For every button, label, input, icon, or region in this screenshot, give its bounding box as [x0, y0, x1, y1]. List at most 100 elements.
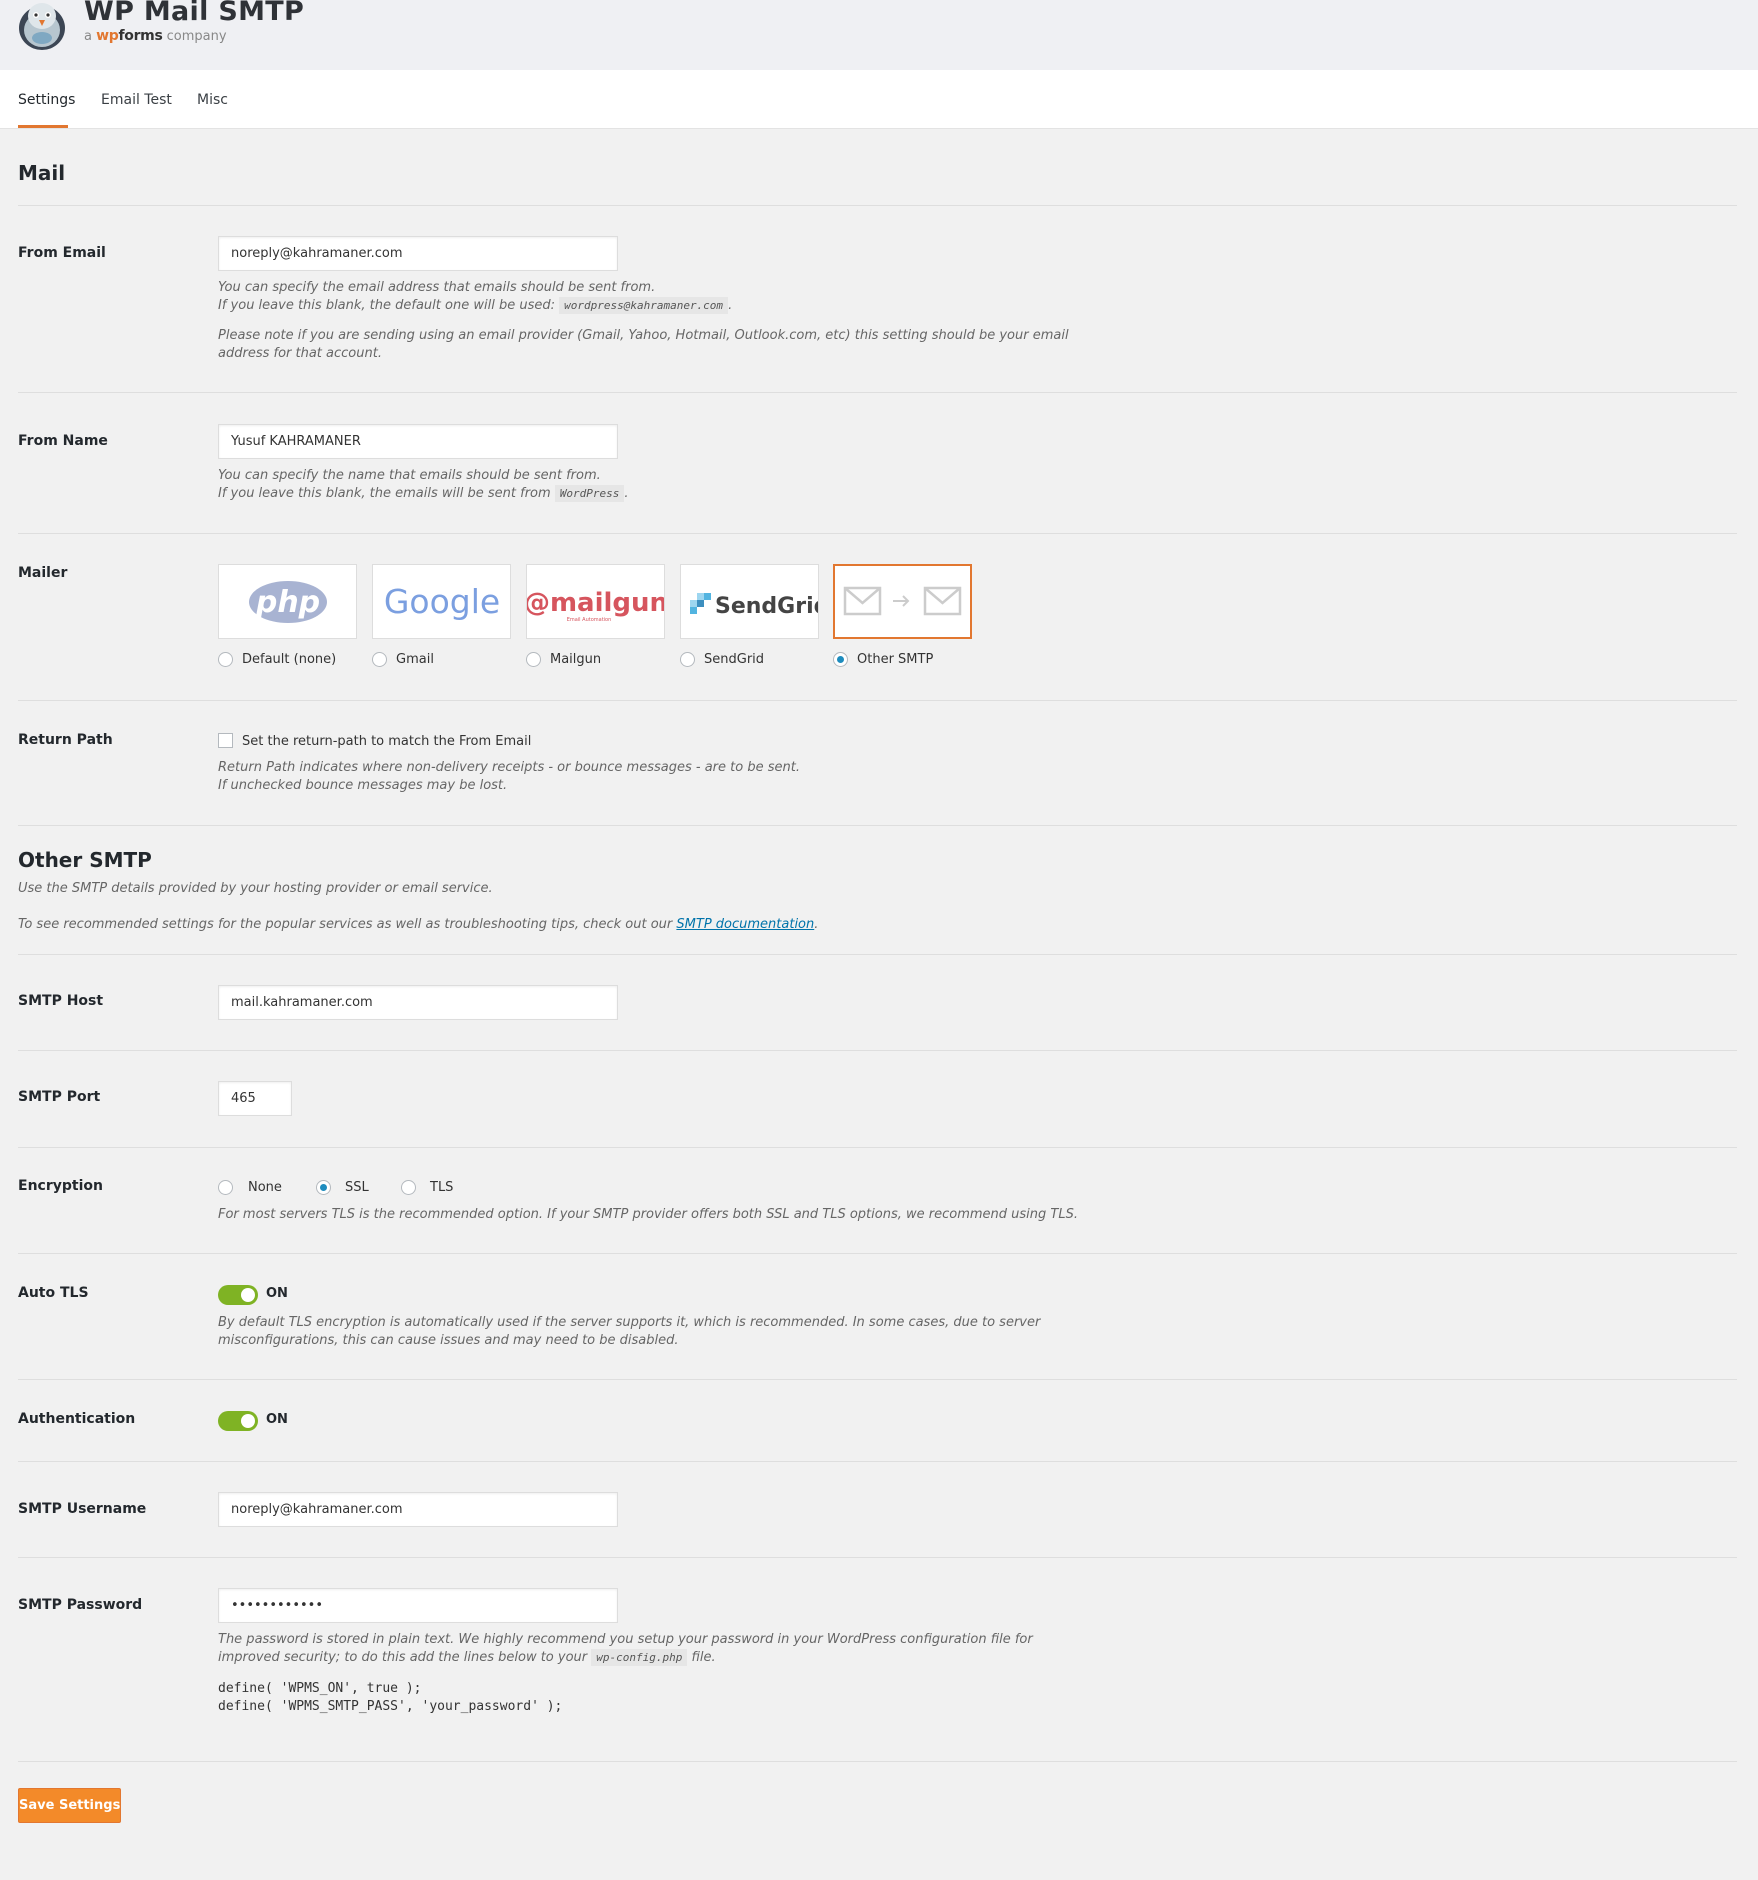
tab-misc[interactable]: Misc: [197, 92, 228, 108]
brand-wp: wp: [96, 28, 119, 44]
subtitle-prefix: a: [84, 29, 92, 44]
app-header: WP Mail SMTP a wpforms company: [0, 0, 1758, 70]
auto-tls-label: Auto TLS: [18, 1285, 89, 1301]
mailer-radio-other-smtp-label: Other SMTP: [857, 652, 934, 667]
save-settings-button[interactable]: Save Settings: [18, 1788, 121, 1823]
authentication-label: Authentication: [18, 1411, 136, 1427]
divider: [18, 1379, 1737, 1380]
encryption-radio-none[interactable]: [218, 1180, 233, 1195]
from-email-desc-4: address for that account.: [218, 346, 382, 361]
from-email-desc-3: Please note if you are sending using an …: [218, 328, 1069, 343]
return-path-desc-2: If unchecked bounce messages may be lost…: [218, 778, 508, 793]
auto-tls-toggle[interactable]: [218, 1285, 258, 1305]
divider: [18, 1461, 1737, 1462]
from-name-label: From Name: [18, 433, 108, 449]
desc-text: If you leave this blank, the default one…: [218, 298, 555, 313]
desc-suffix: .: [814, 917, 819, 932]
encryption-label: Encryption: [18, 1178, 103, 1194]
encryption-radio-tls-label: TLS: [430, 1180, 454, 1195]
auto-tls-desc-2: misconfigurations, this can cause issues…: [218, 1333, 679, 1348]
brand-forms: forms: [118, 28, 163, 44]
mailer-option-gmail[interactable]: Google: [372, 564, 511, 639]
divider: [18, 533, 1737, 534]
from-email-input[interactable]: noreply@kahramaner.com: [218, 236, 618, 271]
config-code-line-2: define( 'WPMS_SMTP_PASS', 'your_password…: [218, 1699, 563, 1714]
mailgun-logo-subtext: Email Automation: [567, 617, 612, 623]
divider: [18, 1050, 1737, 1051]
divider: [18, 205, 1737, 206]
mail-heading: Mail: [18, 161, 66, 185]
smtp-username-input[interactable]: noreply@kahramaner.com: [218, 1492, 618, 1527]
divider: [18, 825, 1737, 826]
other-smtp-desc-1: Use the SMTP details provided by your ho…: [18, 881, 493, 896]
return-path-desc-1: Return Path indicates where non-delivery…: [218, 760, 800, 775]
desc-suffix: .: [624, 486, 629, 501]
mailer-radio-sendgrid[interactable]: [680, 652, 695, 667]
mailer-radio-mailgun-label: Mailgun: [550, 652, 602, 667]
encryption-desc: For most servers TLS is the recommended …: [218, 1207, 1078, 1222]
mailer-radio-default[interactable]: [218, 652, 233, 667]
mailer-radio-other-smtp[interactable]: [833, 652, 848, 667]
mailer-radio-sendgrid-label: SendGrid: [704, 652, 765, 667]
mailgun-logo-icon: @mailgun Email Automation: [527, 588, 665, 623]
google-logo-text: Google: [384, 582, 500, 621]
smtp-documentation-link[interactable]: SMTP documentation: [676, 917, 814, 932]
default-email-code: wordpress@kahramaner.com: [559, 297, 729, 314]
mailer-option-sendgrid[interactable]: SendGrid: [680, 564, 819, 639]
mailer-radio-mailgun[interactable]: [526, 652, 541, 667]
desc-text: If you leave this blank, the emails will…: [218, 486, 551, 501]
sendgrid-logo-icon: SendGrid: [690, 593, 819, 619]
from-email-desc-1: You can specify the email address that e…: [218, 280, 656, 295]
return-path-checkbox-label: Set the return-path to match the From Em…: [242, 734, 532, 749]
mailer-radio-gmail-label: Gmail: [396, 652, 434, 667]
smtp-password-input[interactable]: ••••••••••••: [218, 1588, 618, 1623]
return-path-checkbox[interactable]: [218, 733, 233, 748]
wp-config-code: wp-config.php: [591, 1649, 688, 1666]
other-smtp-desc-2: To see recommended settings for the popu…: [18, 916, 818, 934]
mailer-option-mailgun[interactable]: @mailgun Email Automation: [526, 564, 665, 639]
mailer-radio-gmail[interactable]: [372, 652, 387, 667]
desc-text: To see recommended settings for the popu…: [18, 917, 673, 932]
divider: [18, 1147, 1737, 1148]
smtp-host-input[interactable]: mail.kahramaner.com: [218, 985, 618, 1020]
from-name-input[interactable]: Yusuf KAHRAMANER: [218, 424, 618, 459]
divider: [18, 1761, 1737, 1762]
from-email-label: From Email: [18, 245, 106, 261]
default-name-code: WordPress: [554, 485, 625, 502]
tab-email-test[interactable]: Email Test: [101, 92, 172, 108]
desc-suffix: .: [728, 298, 733, 313]
from-name-desc-1: You can specify the name that emails sho…: [218, 468, 601, 483]
smtp-username-label: SMTP Username: [18, 1501, 147, 1517]
mailer-label: Mailer: [18, 565, 68, 581]
smtp-password-desc-1: The password is stored in plain text. We…: [218, 1632, 1033, 1647]
google-logo-icon: Google: [384, 582, 500, 621]
encryption-radio-tls[interactable]: [401, 1180, 416, 1195]
config-code-line-1: define( 'WPMS_ON', true );: [218, 1681, 422, 1696]
app-title: WP Mail SMTP: [84, 0, 305, 27]
tab-bar: Settings Email Test Misc: [0, 70, 1758, 129]
mailer-option-other-smtp[interactable]: [833, 564, 972, 639]
authentication-toggle[interactable]: [218, 1411, 258, 1431]
tab-settings[interactable]: Settings: [18, 92, 75, 108]
subtitle-suffix: company: [166, 29, 227, 44]
mailer-option-php[interactable]: php: [218, 564, 357, 639]
auto-tls-desc-1: By default TLS encryption is automatical…: [218, 1315, 1041, 1330]
sendgrid-logo-text: SendGrid: [715, 594, 819, 619]
active-tab-indicator: [18, 125, 68, 128]
from-email-desc-2: If you leave this blank, the default one…: [218, 297, 732, 315]
smtp-password-label: SMTP Password: [18, 1597, 143, 1613]
mailer-radio-default-label: Default (none): [242, 652, 337, 667]
wpforms-brand: wpforms: [96, 28, 163, 44]
from-name-desc-2: If you leave this blank, the emails will…: [218, 485, 629, 503]
php-logo-text: php: [255, 585, 320, 620]
smtp-port-input[interactable]: 465: [218, 1081, 292, 1116]
envelope-arrow-envelope-icon: [843, 586, 962, 616]
smtp-port-label: SMTP Port: [18, 1089, 101, 1105]
divider: [18, 392, 1737, 393]
encryption-radio-ssl-label: SSL: [345, 1180, 369, 1195]
mailgun-logo-text: @mailgun: [527, 588, 665, 618]
desc-text: improved security; to do this add the li…: [218, 1650, 588, 1665]
encryption-radio-ssl[interactable]: [316, 1180, 331, 1195]
smtp-password-desc-2: improved security; to do this add the li…: [218, 1649, 716, 1667]
divider: [18, 1557, 1737, 1558]
